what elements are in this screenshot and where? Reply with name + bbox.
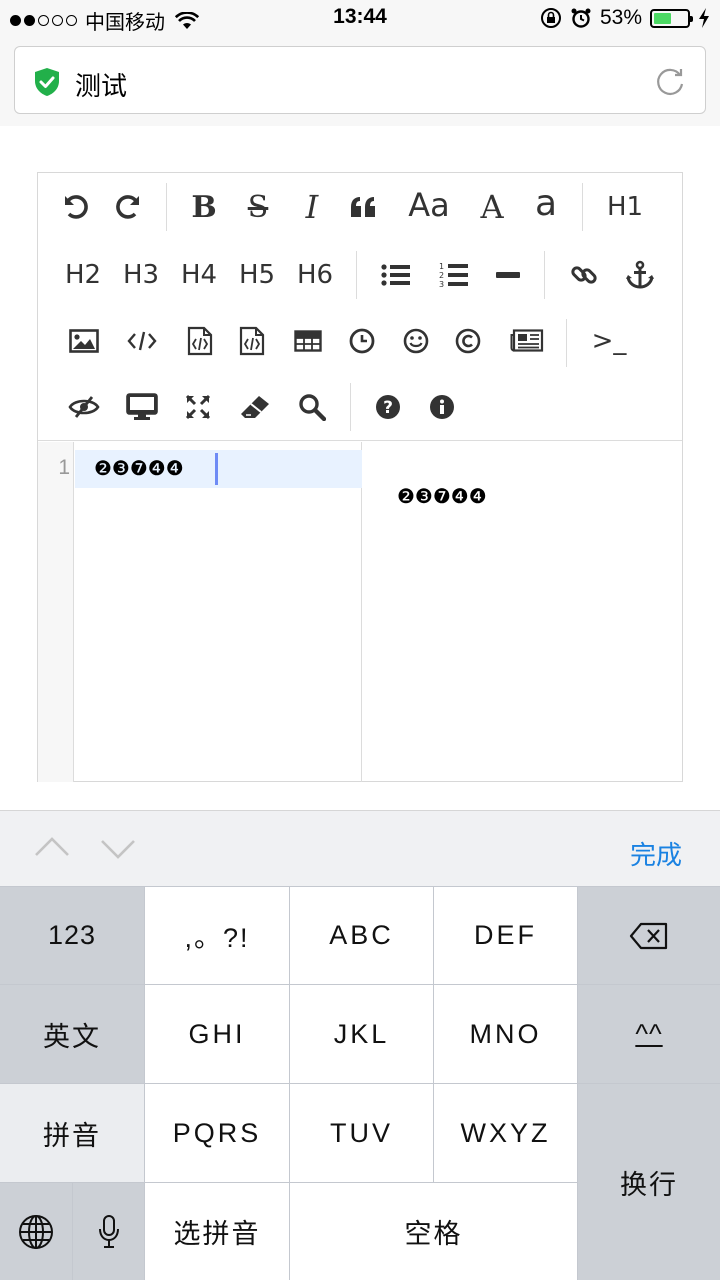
line-gutter: 1: [38, 442, 74, 782]
key-tuv[interactable]: TUV: [290, 1084, 433, 1182]
svg-text:?: ?: [383, 398, 393, 418]
image-icon[interactable]: [64, 321, 104, 361]
italic-icon[interactable]: I: [292, 187, 332, 227]
microphone-icon: [98, 1214, 119, 1248]
key-123[interactable]: 123: [0, 887, 144, 984]
battery-percent: 53%: [599, 6, 642, 29]
table-icon[interactable]: [288, 321, 328, 361]
key-pqrs[interactable]: PQRS: [145, 1084, 289, 1182]
h1-button[interactable]: H1: [600, 187, 650, 227]
key-jkl[interactable]: JKL: [290, 985, 433, 1083]
globe-icon: [19, 1214, 53, 1249]
key-ghi[interactable]: GHI: [145, 985, 289, 1083]
eraser-icon[interactable]: [234, 387, 276, 427]
key-emoticon[interactable]: ^^: [578, 985, 720, 1083]
chevron-down-icon[interactable]: [100, 833, 136, 863]
preview-text: ❷❸❼❹❹: [397, 486, 487, 508]
backspace-key[interactable]: [578, 887, 720, 984]
keyboard-accessory-bar: 完成: [0, 810, 720, 886]
undo-icon[interactable]: [56, 187, 96, 227]
key-space[interactable]: 空格: [290, 1183, 577, 1280]
done-button[interactable]: 完成: [630, 835, 682, 872]
address-bar-area: 测试: [0, 36, 720, 126]
markdown-editor: B S I Aa A a H1 H2 H3 H4 H5 H6 1 2 3 >_ …: [37, 172, 683, 782]
backspace-icon: [629, 922, 668, 949]
key-def[interactable]: DEF: [434, 887, 577, 984]
newspaper-icon[interactable]: [506, 321, 548, 361]
strikethrough-icon[interactable]: S: [238, 187, 278, 227]
code-icon[interactable]: [122, 321, 162, 361]
key-pinyin[interactable]: 拼音: [0, 1084, 144, 1182]
info-icon[interactable]: [422, 387, 462, 427]
redo-icon[interactable]: [108, 187, 148, 227]
smiley-icon[interactable]: [396, 321, 436, 361]
h6-button[interactable]: H6: [290, 255, 340, 295]
h3-button[interactable]: H3: [116, 255, 166, 295]
text-cursor: [215, 453, 218, 485]
key-wxyz[interactable]: WXYZ: [434, 1084, 577, 1182]
chevron-up-icon[interactable]: [34, 833, 70, 863]
clock-icon[interactable]: [342, 321, 382, 361]
reload-icon[interactable]: [653, 65, 687, 99]
address-bar[interactable]: 测试: [14, 46, 706, 114]
page-title: 测试: [75, 72, 128, 102]
list-ul-icon[interactable]: [376, 255, 416, 295]
key-punct[interactable]: ,。?!: [145, 887, 289, 984]
status-bar: 中国移动 13:44 53%: [0, 0, 720, 36]
mic-key[interactable]: [73, 1183, 144, 1280]
hr-icon[interactable]: [488, 255, 528, 295]
bold-icon[interactable]: B: [184, 187, 224, 227]
editor-toolbar: B S I Aa A a H1 H2 H3 H4 H5 H6 1 2 3 >_ …: [38, 173, 682, 441]
terminal-button[interactable]: >_: [584, 321, 634, 361]
code-file-icon[interactable]: [180, 321, 220, 361]
keyboard: 123 ,。?! ABC DEF 英文 GHI JKL MNO ^^ 拼音 PQ…: [0, 886, 720, 1280]
list-ol-icon[interactable]: 123: [434, 255, 474, 295]
key-english[interactable]: 英文: [0, 985, 144, 1083]
eye-slash-icon[interactable]: [64, 387, 104, 427]
h2-button[interactable]: H2: [58, 255, 108, 295]
fullscreen-icon[interactable]: [178, 387, 218, 427]
battery-icon: [650, 8, 693, 28]
svg-text:2: 2: [439, 271, 444, 280]
globe-key[interactable]: [0, 1183, 72, 1280]
case-aa-button[interactable]: Aa: [404, 185, 454, 225]
line-number: 1: [58, 456, 70, 479]
key-abc[interactable]: ABC: [290, 887, 433, 984]
key-mno[interactable]: MNO: [434, 985, 577, 1083]
svg-text:3: 3: [439, 280, 444, 289]
quote-icon[interactable]: [344, 187, 384, 227]
page-content: B S I Aa A a H1 H2 H3 H4 H5 H6 1 2 3 >_ …: [0, 126, 720, 810]
code-file-alt-icon[interactable]: [232, 321, 272, 361]
link-icon[interactable]: [564, 255, 604, 295]
svg-text:1: 1: [439, 262, 444, 271]
alarm-icon: [571, 8, 591, 28]
shield-check-icon: [35, 68, 59, 96]
charging-icon: [699, 8, 709, 28]
search-icon[interactable]: [292, 387, 332, 427]
anchor-icon[interactable]: [620, 255, 660, 295]
key-return[interactable]: 换行: [578, 1084, 720, 1280]
copyright-icon[interactable]: [448, 321, 488, 361]
status-right: 53%: [540, 6, 710, 30]
help-icon[interactable]: ?: [368, 387, 408, 427]
preview-pane: ❷❸❼❹❹: [363, 442, 682, 782]
rotation-lock-icon: [540, 8, 561, 28]
code-pane[interactable]: 1 ❷❸❼❹❹: [38, 442, 362, 782]
h5-button[interactable]: H5: [232, 255, 282, 295]
code-line-text[interactable]: ❷❸❼❹❹: [94, 456, 184, 481]
uppercase-button[interactable]: A: [472, 187, 512, 227]
h4-button[interactable]: H4: [174, 255, 224, 295]
desktop-icon[interactable]: [122, 387, 162, 427]
key-select-pinyin[interactable]: 选拼音: [145, 1183, 289, 1280]
lowercase-button[interactable]: a: [526, 183, 566, 224]
